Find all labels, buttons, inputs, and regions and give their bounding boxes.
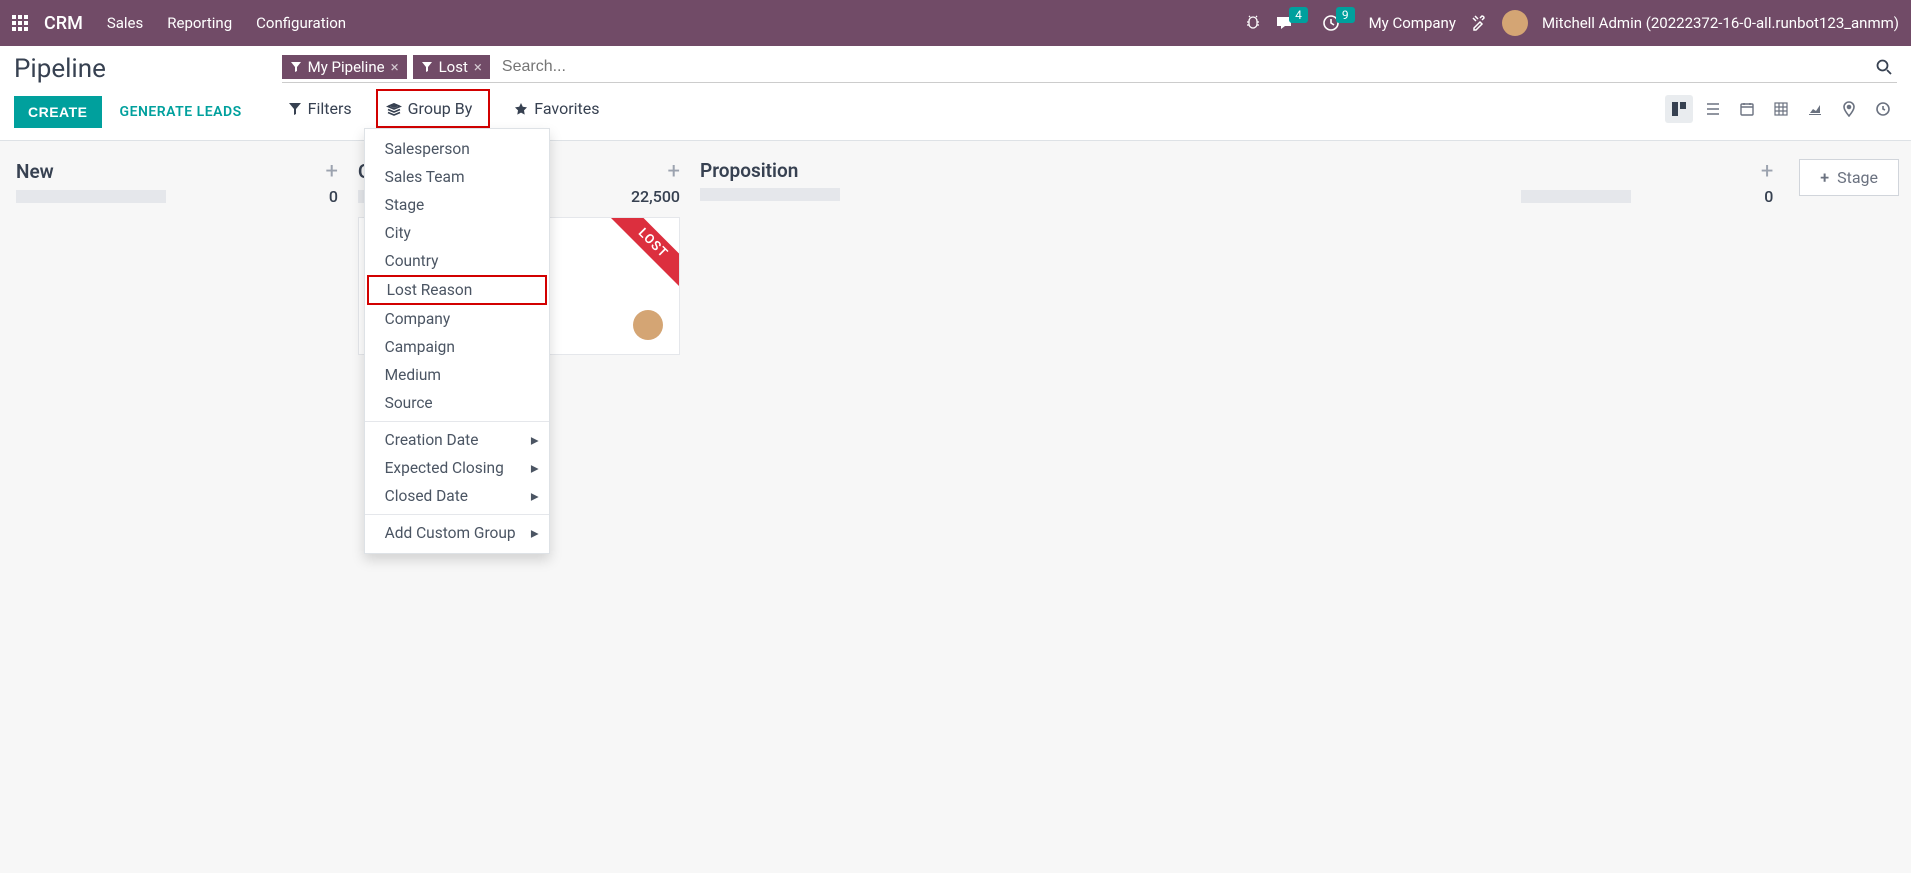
map-view-button[interactable]: [1835, 95, 1863, 123]
groupby-salesperson[interactable]: Salesperson: [365, 135, 549, 163]
add-stage-button[interactable]: + Stage: [1799, 159, 1899, 196]
plus-icon: +: [1820, 168, 1829, 187]
kanban-board: New + 0 Qualified + 22,500 LOST Quote fo…: [0, 141, 1911, 373]
filters-button[interactable]: Filters: [282, 95, 358, 122]
column-value: 0: [1756, 187, 1773, 206]
add-custom-group[interactable]: Add Custom Group ▸: [365, 519, 549, 547]
kanban-column-hidden: n + 0: [1517, 159, 1777, 203]
close-icon[interactable]: ×: [474, 58, 482, 76]
column-value: 22,500: [623, 187, 680, 206]
generate-leads-button[interactable]: GENERATE LEADS: [120, 104, 242, 120]
filter-chip-lost[interactable]: Lost ×: [413, 55, 490, 79]
avatar[interactable]: [1502, 10, 1528, 36]
groupby-source[interactable]: Source: [365, 389, 549, 417]
search-bar: My Pipeline × Lost ×: [282, 54, 1897, 83]
add-card-button[interactable]: +: [1761, 159, 1773, 184]
activity-view-button[interactable]: [1869, 95, 1897, 123]
view-switcher: [1665, 95, 1897, 123]
list-view-button[interactable]: [1699, 95, 1727, 123]
column-title: Proposition: [700, 159, 798, 182]
column-title: New: [16, 160, 54, 183]
graph-view-button[interactable]: [1801, 95, 1829, 123]
divider: [365, 421, 549, 422]
company-switcher[interactable]: My Company: [1369, 14, 1456, 32]
debug-icon[interactable]: [1245, 15, 1261, 31]
messages-icon[interactable]: 4: [1275, 14, 1308, 32]
filter-row: Filters Group By Favorites Salesperson S…: [282, 89, 1897, 128]
groupby-lost-reason[interactable]: Lost Reason: [367, 275, 547, 305]
divider: [365, 514, 549, 515]
kanban-column-new: New + 0: [12, 159, 342, 203]
user-name[interactable]: Mitchell Admin (20222372-16-0-all.runbot…: [1542, 14, 1899, 32]
kanban-column-proposition: Proposition: [696, 159, 896, 201]
groupby-company[interactable]: Company: [365, 305, 549, 333]
groupby-sales-team[interactable]: Sales Team: [365, 163, 549, 191]
page-title: Pipeline: [14, 54, 242, 84]
app-name[interactable]: CRM: [44, 13, 83, 34]
column-value: 0: [321, 187, 338, 206]
nav-reporting[interactable]: Reporting: [167, 14, 232, 32]
messages-badge: 4: [1289, 7, 1308, 23]
close-icon[interactable]: ×: [391, 58, 399, 76]
groupby-closed-date[interactable]: Closed Date ▸: [365, 482, 549, 510]
groupby-city[interactable]: City: [365, 219, 549, 247]
groupby-expected-closing[interactable]: Expected Closing ▸: [365, 454, 549, 482]
search-input[interactable]: [496, 54, 1865, 80]
favorites-button[interactable]: Favorites: [508, 95, 605, 122]
chip-label: Lost: [439, 58, 468, 76]
kanban-view-button[interactable]: [1665, 95, 1693, 123]
nav-sales[interactable]: Sales: [107, 14, 143, 32]
caret-right-icon: ▸: [531, 431, 539, 449]
groupby-stage[interactable]: Stage: [365, 191, 549, 219]
top-navbar: CRM Sales Reporting Configuration 4 9 My…: [0, 0, 1911, 46]
activities-badge: 9: [1336, 7, 1355, 23]
calendar-view-button[interactable]: [1733, 95, 1761, 123]
groupby-country[interactable]: Country: [365, 247, 549, 275]
groupby-creation-date[interactable]: Creation Date ▸: [365, 426, 549, 454]
nav-configuration[interactable]: Configuration: [256, 14, 346, 32]
apps-icon[interactable]: [12, 15, 28, 31]
add-stage-column: + Stage: [1799, 159, 1899, 196]
nav-menu: Sales Reporting Configuration: [107, 14, 346, 32]
lost-ribbon: LOST: [604, 217, 680, 292]
add-card-button[interactable]: +: [668, 159, 680, 184]
create-button[interactable]: CREATE: [14, 96, 102, 128]
groupby-button[interactable]: Group By: [376, 89, 491, 128]
activities-icon[interactable]: 9: [1322, 14, 1355, 32]
control-panel: Pipeline CREATE GENERATE LEADS My Pipeli…: [0, 46, 1911, 141]
chip-label: My Pipeline: [308, 58, 385, 76]
assignee-avatar[interactable]: [633, 310, 663, 340]
filter-chip-my-pipeline[interactable]: My Pipeline ×: [282, 55, 407, 79]
groupby-campaign[interactable]: Campaign: [365, 333, 549, 361]
pivot-view-button[interactable]: [1767, 95, 1795, 123]
groupby-dropdown: Salesperson Sales Team Stage City Countr…: [364, 128, 550, 554]
groupby-medium[interactable]: Medium: [365, 361, 549, 389]
caret-right-icon: ▸: [531, 459, 539, 477]
caret-right-icon: ▸: [531, 487, 539, 505]
tools-icon[interactable]: [1470, 14, 1488, 32]
add-card-button[interactable]: +: [326, 159, 338, 184]
caret-right-icon: ▸: [531, 524, 539, 542]
search-icon[interactable]: [1871, 54, 1897, 80]
